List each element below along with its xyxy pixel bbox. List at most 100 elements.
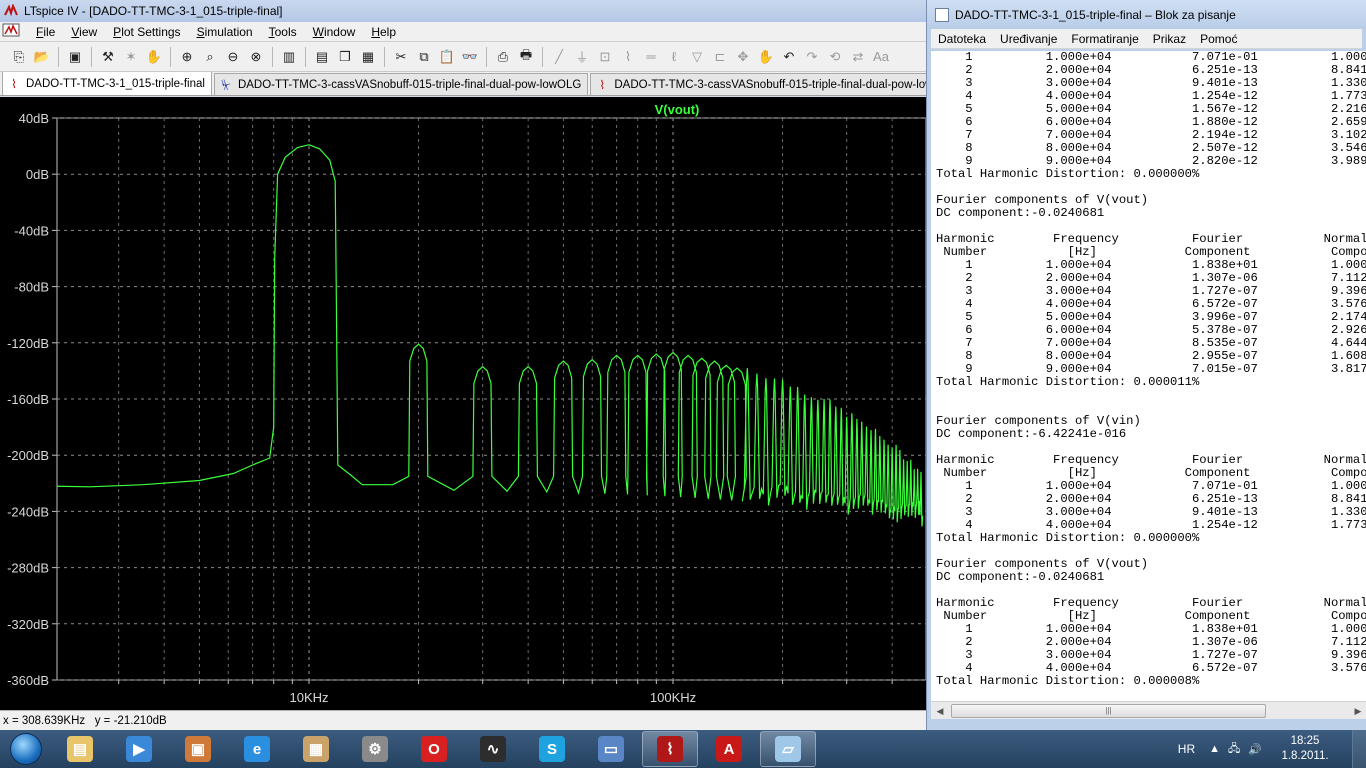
tab-waveform-cassvas[interactable]: ⌇ DADO-TT-TMC-3-cassVASnobuff-015-triple… — [590, 73, 926, 95]
windows-orb-icon — [10, 733, 42, 765]
y-tick-label: -160dB — [7, 392, 49, 407]
notepad-taskbar-button[interactable]: ▱ — [760, 731, 816, 767]
ltspice-title-bar[interactable]: LTspice IV - [DADO-TT-TMC-3-1_015-triple… — [0, 0, 926, 22]
text-icon[interactable]: Aa — [870, 46, 892, 68]
pdf-icon: A — [716, 736, 742, 762]
opera-taskbar-button[interactable]: O — [406, 731, 462, 767]
component-icon[interactable]: ⊏ — [709, 46, 731, 68]
autorange-icon[interactable]: ▥ — [278, 46, 300, 68]
drag-icon[interactable]: ✋ — [755, 46, 777, 68]
y-tick-label: -80dB — [14, 280, 49, 295]
run-icon[interactable]: ✶ — [120, 46, 142, 68]
tab-label: DADO-TT-TMC-3-cassVASnobuff-015-triple-f… — [614, 78, 926, 91]
tab-schematic-cassvas[interactable]: ⏧ DADO-TT-TMC-3-cassVASnobuff-015-triple… — [213, 73, 589, 95]
photos-taskbar-button[interactable]: ▦ — [288, 731, 344, 767]
schematic-icon: ⏧ — [221, 77, 231, 92]
ground-icon[interactable]: ⏚ — [571, 46, 593, 68]
taskbar-buttons: ▤ ▶ ▣ e ▦ ⚙ O ∿ S ▭ ⌇ A ▱ — [52, 731, 819, 767]
trace-vout — [57, 144, 924, 527]
save-icon[interactable]: ▣ — [64, 46, 86, 68]
skype-taskbar-button[interactable]: S — [524, 731, 580, 767]
tab-label: DADO-TT-TMC-3-cassVASnobuff-015-triple-f… — [237, 78, 582, 91]
setup-taskbar-button[interactable]: ▣ — [170, 731, 226, 767]
scrollbar-thumb[interactable]: ||| — [951, 704, 1266, 718]
show-desktop-button[interactable] — [1352, 730, 1366, 768]
mirror-icon[interactable]: ⇄ — [847, 46, 869, 68]
control-panel-icon[interactable]: ⚒ — [97, 46, 119, 68]
notepad-menu-bar: Datoteka Uređivanje Formatiranje Prikaz … — [931, 29, 1362, 49]
find-icon[interactable]: 👓 — [459, 46, 481, 68]
cut-icon[interactable]: ✂ — [390, 46, 412, 68]
zoom-fit-icon[interactable]: ⊗ — [245, 46, 267, 68]
print-preview-icon[interactable]: ⎙ — [492, 46, 514, 68]
label-icon[interactable]: ⊡ — [594, 46, 616, 68]
volume-icon[interactable]: 🔊 — [1248, 743, 1262, 756]
move-icon[interactable]: ✥ — [732, 46, 754, 68]
ie-icon: e — [244, 736, 270, 762]
ltspice-taskbar-button[interactable]: ⌇ — [642, 731, 698, 767]
cascade-icon[interactable]: ❐ — [334, 46, 356, 68]
new-schematic-icon[interactable]: ⎘ — [8, 46, 30, 68]
zoom-in-icon[interactable]: ⊕ — [176, 46, 198, 68]
explorer-taskbar-button[interactable]: ▤ — [52, 731, 108, 767]
waveform-plot[interactable]: 40dB 0dB -40dB -80dB -120dB -160dB -200dB -240d… — [0, 97, 926, 710]
pdf-taskbar-button[interactable]: A — [701, 731, 757, 767]
menu-window[interactable]: Window — [305, 25, 364, 39]
tool-taskbar-button[interactable]: ⚙ — [347, 731, 403, 767]
menu-view[interactable]: View — [63, 25, 105, 39]
inductor-icon[interactable]: ℓ — [663, 46, 685, 68]
redo-icon[interactable]: ↷ — [801, 46, 823, 68]
resistor-icon[interactable]: ⌇ — [617, 46, 639, 68]
tab-waveform-triple-final[interactable]: ⌇ DADO-TT-TMC-3-1_015-triple-final — [2, 72, 212, 95]
notepad-menu-datoteka[interactable]: Datoteka — [931, 32, 993, 46]
menu-simulation[interactable]: Simulation — [189, 25, 261, 39]
scroll-right-icon[interactable]: ▶ — [1351, 704, 1365, 718]
y-tick-label: -200dB — [7, 448, 49, 463]
menu-file[interactable]: File — [28, 25, 63, 39]
capacitor-icon[interactable]: ═ — [640, 46, 662, 68]
start-button[interactable] — [0, 730, 52, 768]
tile-vertical-icon[interactable]: ▦ — [357, 46, 379, 68]
presentation-taskbar-button[interactable]: ▭ — [583, 731, 639, 767]
ltspice-window: LTspice IV - [DADO-TT-TMC-3-1_015-triple… — [0, 0, 926, 730]
tile-horizontal-icon[interactable]: ▤ — [311, 46, 333, 68]
x-tick-label: 10KHz — [289, 690, 328, 705]
notepad-menu-prikaz[interactable]: Prikaz — [1146, 32, 1193, 46]
notepad-menu-pomoc[interactable]: Pomoć — [1193, 32, 1244, 46]
internet-explorer-taskbar-button[interactable]: e — [229, 731, 285, 767]
paste-icon[interactable]: 📋 — [436, 46, 458, 68]
clock[interactable]: 18:25 1.8.2011. — [1270, 734, 1340, 764]
notepad-title-bar[interactable]: DADO-TT-TMC-3-1_015-triple-final – Blok … — [927, 0, 1366, 29]
notepad-menu-uredivanje[interactable]: Uređivanje — [993, 32, 1064, 46]
menu-plot-settings[interactable]: Plot Settings — [105, 25, 188, 39]
media-player-icon: ▶ — [126, 736, 152, 762]
zoom-out-icon[interactable]: ⊖ — [222, 46, 244, 68]
language-indicator[interactable]: HR — [1178, 742, 1195, 756]
notepad-text-area[interactable]: 1 1.000e+04 7.071e-01 1.000e 2 2.000e+04… — [931, 51, 1366, 701]
pan-icon[interactable]: ✋ — [143, 46, 165, 68]
print-icon[interactable]: 🖶 — [515, 46, 537, 68]
menu-tools[interactable]: Tools — [261, 25, 305, 39]
media-player-taskbar-button[interactable]: ▶ — [111, 731, 167, 767]
clock-time: 18:25 — [1290, 735, 1320, 747]
network-icon[interactable]: 🖧 — [1228, 740, 1240, 759]
rotate-icon[interactable]: ⟲ — [824, 46, 846, 68]
wire-icon[interactable]: ╱ — [548, 46, 570, 68]
notepad-app-icon — [935, 7, 949, 22]
show-hidden-icons-icon[interactable]: ▲ — [1209, 743, 1220, 755]
tab-label: DADO-TT-TMC-3-1_015-triple-final — [26, 77, 205, 90]
ltspice-icon: ⌇ — [657, 736, 683, 762]
zoom-area-icon[interactable]: ⌕ — [199, 46, 221, 68]
undo-icon[interactable]: ↶ — [778, 46, 800, 68]
mdi-icon[interactable] — [0, 23, 28, 40]
notepad-horizontal-scrollbar[interactable]: ◀ ||| ▶ — [931, 701, 1366, 719]
waveform-plot-area[interactable]: 40dB 0dB -40dB -80dB -120dB -160dB -200dB -240d… — [0, 97, 926, 710]
notepad-menu-formatiranje[interactable]: Formatiranje — [1064, 32, 1145, 46]
scroll-left-icon[interactable]: ◀ — [933, 704, 947, 718]
menu-help[interactable]: Help — [363, 25, 404, 39]
open-icon[interactable]: 📂 — [31, 46, 53, 68]
diode-icon[interactable]: ▽ — [686, 46, 708, 68]
waveform-icon: ⌇ — [11, 76, 17, 91]
copy-icon[interactable]: ⧉ — [413, 46, 435, 68]
waveform-taskbar-button[interactable]: ∿ — [465, 731, 521, 767]
